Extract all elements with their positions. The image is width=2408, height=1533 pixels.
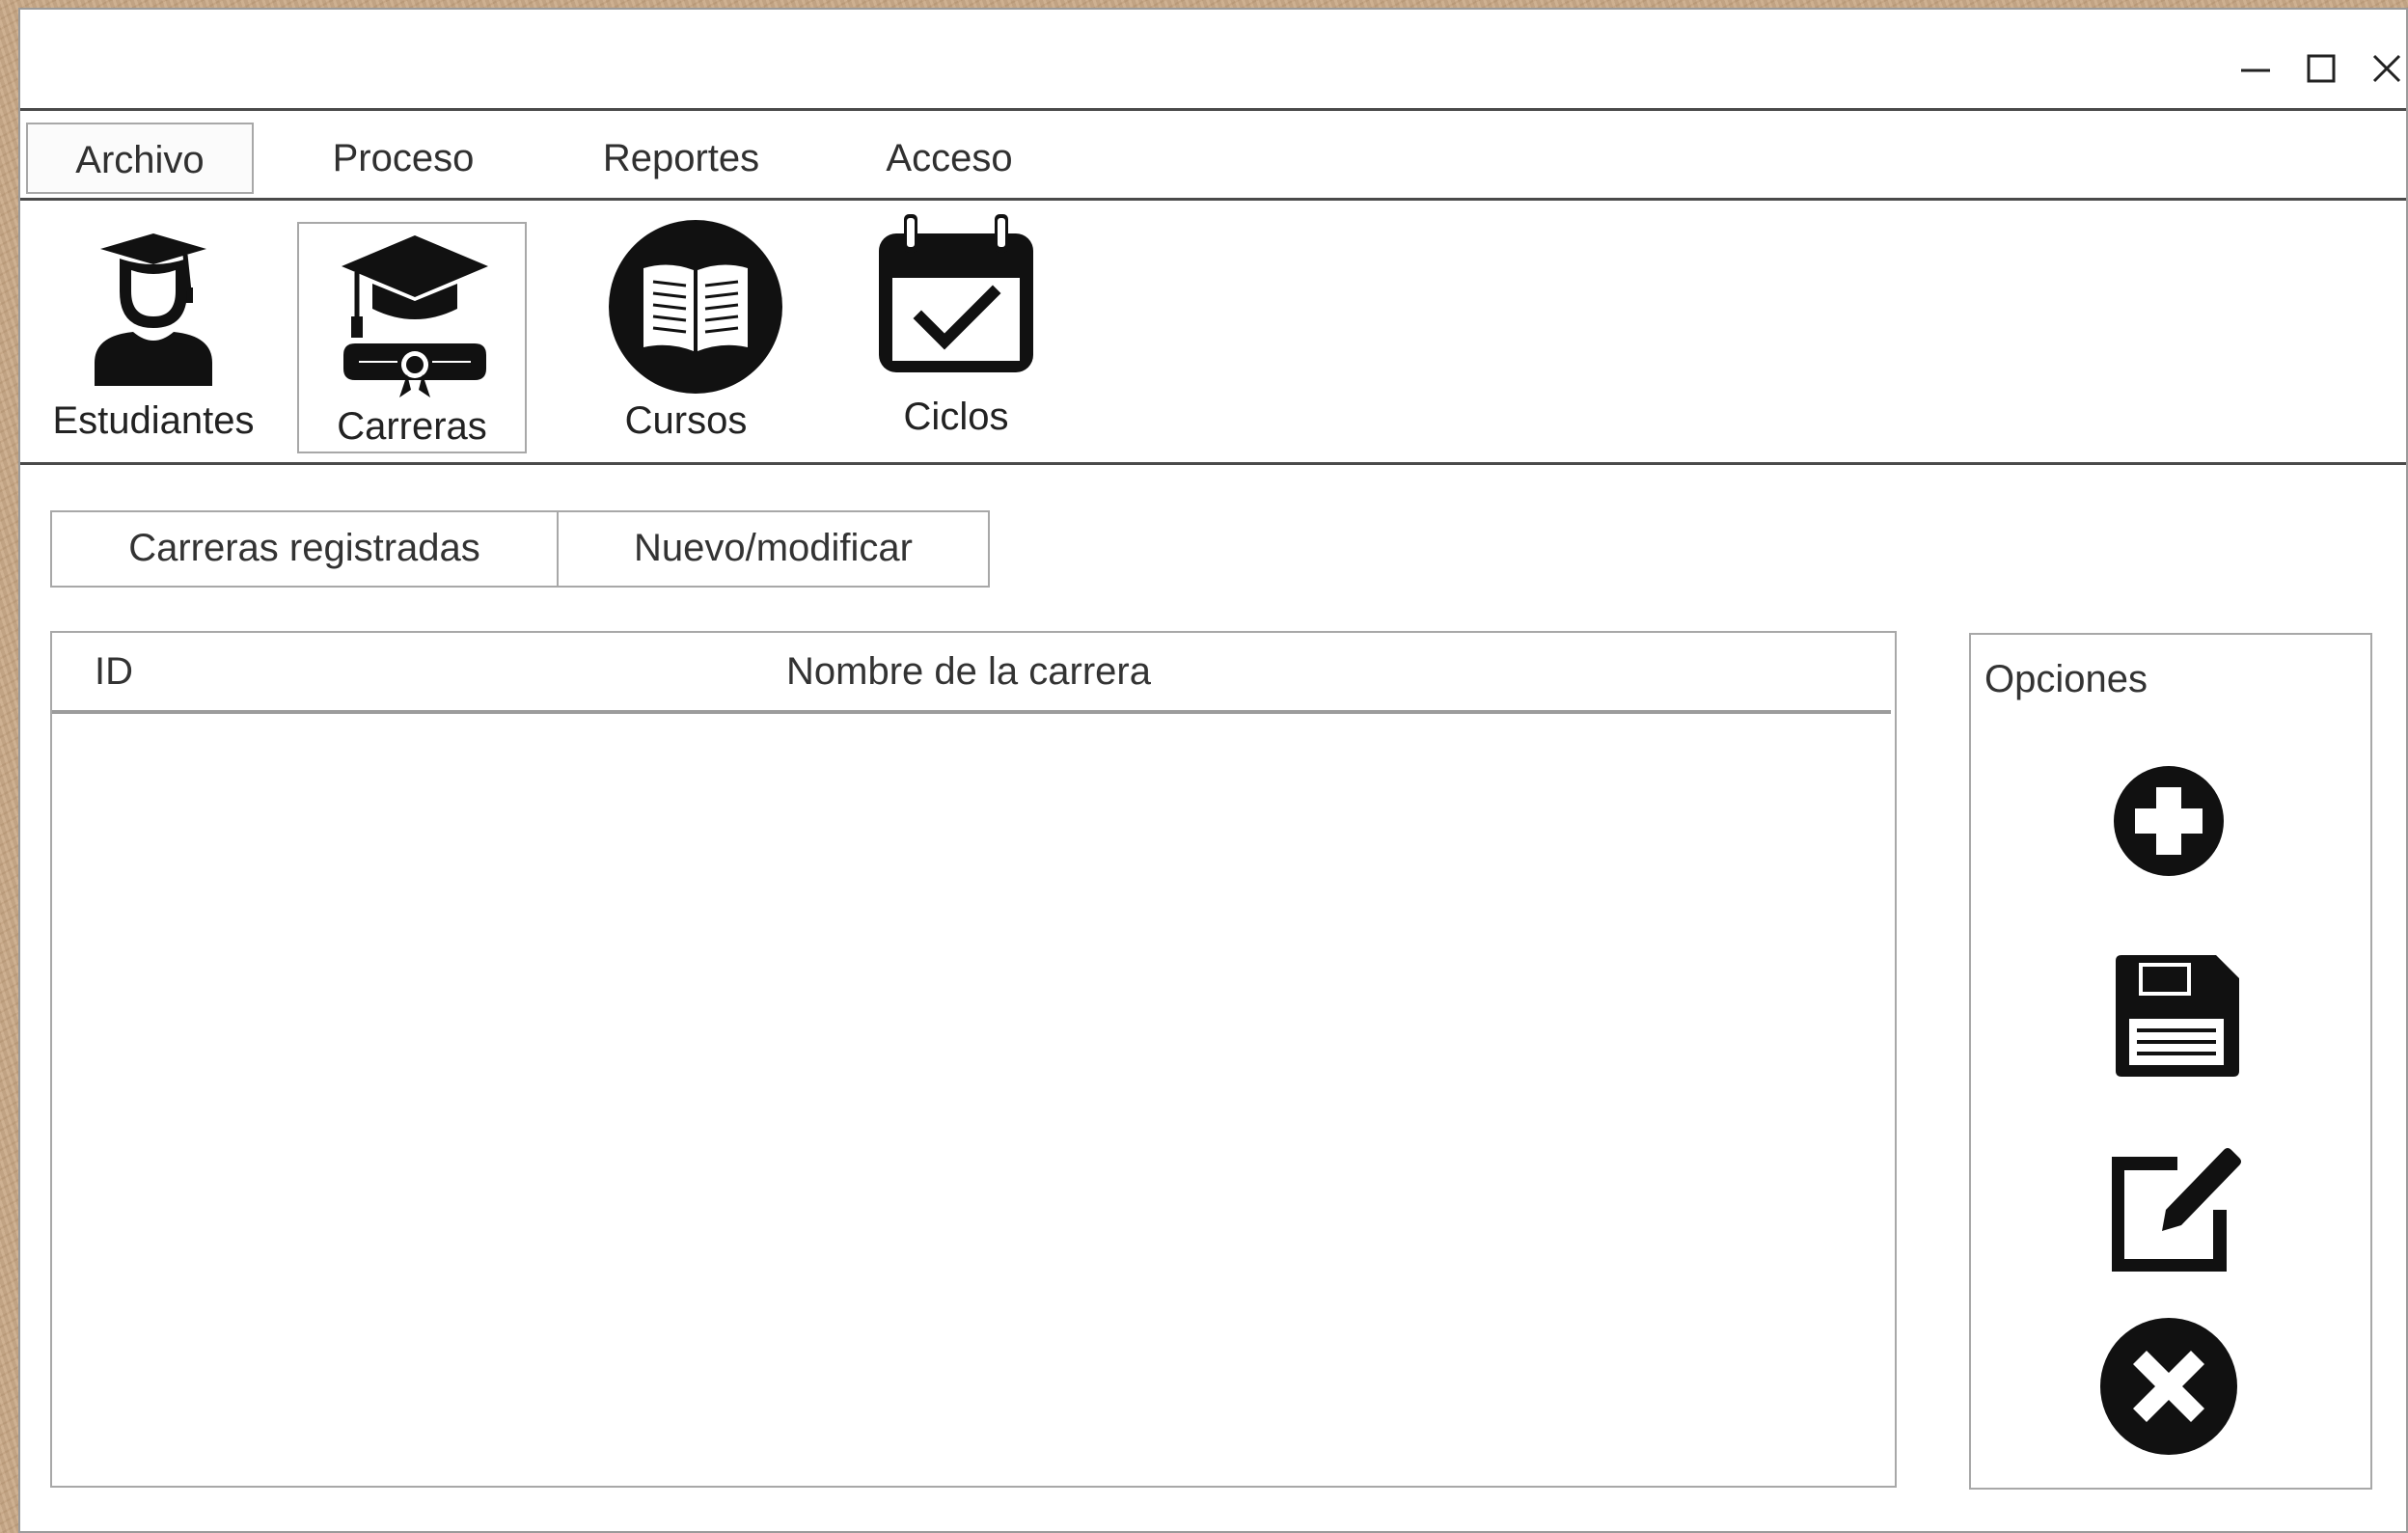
ribbon-label-carreras: Carreras <box>337 405 487 448</box>
maximize-button[interactable] <box>2299 46 2343 91</box>
delete-circle-icon <box>2100 1318 2237 1455</box>
ribbon-button-ciclos[interactable]: Ciclos <box>840 214 1072 448</box>
menu-item-proceso[interactable]: Proceso <box>296 123 510 194</box>
graduation-diploma-icon <box>338 230 492 399</box>
maximize-icon <box>2307 54 2336 83</box>
student-icon <box>89 232 218 386</box>
column-header-id[interactable]: ID <box>95 633 133 710</box>
edit-icon <box>2112 1148 2241 1272</box>
save-icon <box>2116 955 2239 1077</box>
ribbon-label-ciclos: Ciclos <box>903 396 1009 438</box>
table-body <box>52 714 1895 1486</box>
delete-button[interactable] <box>2098 1316 2239 1457</box>
calendar-check-icon <box>875 214 1037 376</box>
add-button[interactable] <box>2112 764 2226 878</box>
tab-bar: Carreras registradas Nuevo/modificar <box>50 510 990 588</box>
minimize-button[interactable] <box>2233 46 2278 91</box>
ribbon-button-carreras[interactable]: Carreras <box>297 222 527 453</box>
tab-nuevo-modificar[interactable]: Nuevo/modificar <box>559 512 988 586</box>
menu-item-archivo[interactable]: Archivo <box>26 123 254 194</box>
ribbon-toolbar: Estudiantes Carreras Cursos Ciclos <box>20 201 2406 465</box>
menu-item-acceso[interactable]: Acceso <box>840 123 1058 194</box>
ribbon-button-cursos[interactable]: Cursos <box>570 214 802 448</box>
ribbon-label-estudiantes: Estudiantes <box>52 399 255 442</box>
menu-item-reportes[interactable]: Reportes <box>561 123 802 194</box>
tab-carreras-registradas[interactable]: Carreras registradas <box>52 512 559 586</box>
save-button[interactable] <box>2112 953 2241 1079</box>
close-button[interactable] <box>2365 46 2408 91</box>
ribbon-button-estudiantes[interactable]: Estudiantes <box>38 218 269 450</box>
app-window: Archivo Proceso Reportes Acceso Estudian… <box>18 8 2408 1533</box>
edit-button[interactable] <box>2112 1142 2241 1272</box>
careers-table[interactable]: ID Nombre de la carrera <box>50 631 1897 1488</box>
add-circle-icon <box>2114 766 2224 876</box>
options-title: Opciones <box>1984 658 2148 700</box>
ribbon-label-cursos: Cursos <box>624 399 748 442</box>
menu-bar: Archivo Proceso Reportes Acceso <box>20 108 2406 201</box>
table-header: ID Nombre de la carrera <box>52 633 1891 714</box>
close-icon <box>2372 54 2401 83</box>
book-icon <box>607 218 784 396</box>
column-header-nombre[interactable]: Nombre de la carrera <box>631 633 1306 710</box>
title-bar <box>20 10 2406 108</box>
options-panel: Opciones <box>1969 633 2372 1490</box>
minimize-icon <box>2241 68 2270 72</box>
